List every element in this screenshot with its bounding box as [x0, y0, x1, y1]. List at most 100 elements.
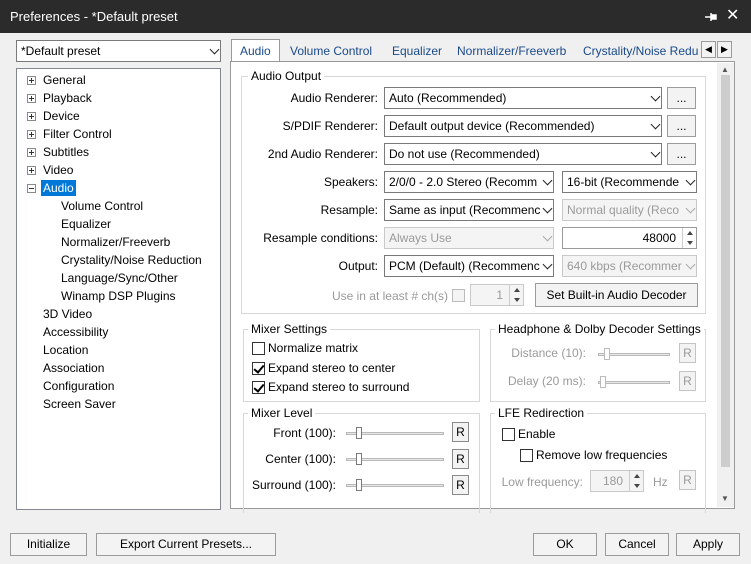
export-presets-button[interactable]: Export Current Presets...: [96, 533, 276, 556]
second-renderer-more-button[interactable]: ...: [667, 143, 696, 165]
expand-surround-label[interactable]: Expand stereo to surround: [268, 380, 409, 394]
pin-icon[interactable]: [703, 9, 719, 25]
preset-select[interactable]: *Default preset: [16, 40, 221, 62]
expand-icon[interactable]: [27, 148, 36, 157]
expand-surround-checkbox[interactable]: [252, 381, 265, 394]
center-slider[interactable]: [346, 453, 444, 465]
distance-slider[interactable]: [598, 348, 670, 360]
panel-scrollbar[interactable]: ▲ ▼: [717, 63, 734, 507]
tree-item-volume-control[interactable]: Volume Control: [61, 198, 143, 214]
spin-arrows-icon[interactable]: [682, 228, 696, 248]
lfe-enable-label[interactable]: Enable: [518, 427, 555, 441]
tree-item-video[interactable]: Video: [43, 162, 73, 178]
tree-item-location[interactable]: Location: [43, 342, 88, 358]
bit-depth-value: 16-bit (Recommende: [567, 175, 680, 189]
audio-renderer-more-button[interactable]: ...: [667, 87, 696, 109]
tree-item-accessibility[interactable]: Accessibility: [43, 324, 108, 340]
spin-arrows-icon[interactable]: [509, 285, 523, 305]
collapse-icon[interactable]: [27, 184, 36, 193]
tree-item-audio[interactable]: Audio: [41, 180, 76, 196]
spdif-renderer-label: S/PDIF Renderer:: [282, 119, 378, 133]
surround-reset-button[interactable]: R: [452, 475, 469, 495]
tab-scroll-right-icon[interactable]: ▶: [717, 41, 732, 58]
expand-icon[interactable]: [27, 76, 36, 85]
headphone-title: Headphone & Dolby Decoder Settings: [495, 322, 704, 336]
delay-reset-button[interactable]: R: [679, 371, 696, 391]
headphone-group: [490, 329, 706, 402]
remove-low-freq-label[interactable]: Remove low frequencies: [536, 448, 667, 462]
preset-value: *Default preset: [21, 44, 101, 58]
tab-scroll-left-icon[interactable]: ◀: [701, 41, 716, 58]
tree-item-subtitles[interactable]: Subtitles: [43, 144, 89, 160]
audio-output-title: Audio Output: [248, 69, 325, 83]
second-renderer-select[interactable]: Do not use (Recommended): [384, 143, 662, 165]
apply-button[interactable]: Apply: [676, 533, 740, 556]
bit-depth-select[interactable]: 16-bit (Recommende: [562, 171, 697, 193]
spdif-renderer-more-button[interactable]: ...: [667, 115, 696, 137]
tree-item-language-sync[interactable]: Language/Sync/Other: [61, 270, 178, 286]
scroll-up-icon[interactable]: ▲: [721, 65, 729, 74]
surround-slider[interactable]: [346, 479, 444, 491]
remove-low-freq-checkbox[interactable]: [520, 449, 533, 462]
use-at-least-checkbox[interactable]: [452, 289, 465, 302]
lfe-title: LFE Redirection: [495, 406, 588, 420]
expand-icon[interactable]: [27, 130, 36, 139]
tab-normalizer[interactable]: Normalizer/Freeverb: [457, 41, 566, 62]
expand-center-checkbox[interactable]: [252, 362, 265, 375]
tab-volume-control[interactable]: Volume Control: [290, 41, 372, 62]
delay-slider[interactable]: [598, 376, 670, 388]
expand-icon[interactable]: [27, 112, 36, 121]
channels-stepper[interactable]: 1: [470, 284, 524, 306]
close-icon[interactable]: ✕: [726, 8, 739, 24]
tree-item-playback[interactable]: Playback: [43, 90, 92, 106]
tab-crystality[interactable]: Crystality/Noise Redu: [583, 41, 701, 62]
low-frequency-reset-button[interactable]: R: [679, 470, 696, 490]
audio-renderer-select[interactable]: Auto (Recommended): [384, 87, 662, 109]
scroll-thumb[interactable]: [721, 75, 730, 467]
output-select[interactable]: PCM (Default) (Recommenc: [384, 255, 554, 277]
spdif-renderer-select[interactable]: Default output device (Recommended): [384, 115, 662, 137]
set-builtin-decoder-button[interactable]: Set Built-in Audio Decoder: [535, 283, 698, 307]
scroll-down-icon[interactable]: ▼: [721, 494, 729, 503]
low-frequency-stepper[interactable]: 180: [590, 470, 644, 492]
tree-item-general[interactable]: General: [43, 72, 86, 88]
normalize-matrix-checkbox[interactable]: [252, 342, 265, 355]
tree-item-equalizer[interactable]: Equalizer: [61, 216, 111, 232]
delay-label: Delay (20 ms):: [507, 374, 586, 388]
expand-icon[interactable]: [27, 94, 36, 103]
expand-center-label[interactable]: Expand stereo to center: [268, 361, 395, 375]
tab-audio[interactable]: Audio: [231, 39, 280, 63]
tree-item-winamp-dsp[interactable]: Winamp DSP Plugins: [61, 288, 176, 304]
bitrate-select[interactable]: 640 kbps (Recommer: [562, 255, 697, 277]
tree-item-3d-video[interactable]: 3D Video: [43, 306, 92, 322]
spin-arrows-icon[interactable]: [629, 471, 643, 491]
speakers-label: Speakers:: [323, 175, 378, 189]
second-renderer-value: Do not use (Recommended): [389, 147, 540, 161]
resample-select[interactable]: Same as input (Recommenc: [384, 199, 554, 221]
front-reset-button[interactable]: R: [452, 422, 469, 442]
tree-item-device[interactable]: Device: [43, 108, 80, 124]
ok-button[interactable]: OK: [533, 533, 597, 556]
front-slider[interactable]: [346, 427, 444, 439]
resample-quality-select[interactable]: Normal quality (Reco: [562, 199, 697, 221]
resample-conditions-select[interactable]: Always Use: [384, 227, 554, 249]
lfe-enable-checkbox[interactable]: [502, 428, 515, 441]
category-tree[interactable]: General Playback Device Filter Control S…: [16, 68, 221, 510]
distance-reset-button[interactable]: R: [679, 343, 696, 363]
tree-item-crystality[interactable]: Crystality/Noise Reduction: [61, 252, 202, 268]
normalize-matrix-label[interactable]: Normalize matrix: [268, 341, 358, 355]
tree-item-normalizer[interactable]: Normalizer/Freeverb: [61, 234, 170, 250]
expand-icon[interactable]: [27, 166, 36, 175]
speakers-select[interactable]: 2/0/0 - 2.0 Stereo (Recomm: [384, 171, 554, 193]
center-reset-button[interactable]: R: [452, 449, 469, 469]
tree-item-configuration[interactable]: Configuration: [43, 378, 114, 394]
surround-label: Surround (100):: [251, 478, 336, 492]
bitrate-value: 640 kbps (Recommer: [567, 259, 682, 273]
tree-item-association[interactable]: Association: [43, 360, 104, 376]
tab-equalizer[interactable]: Equalizer: [392, 41, 442, 62]
initialize-button[interactable]: Initialize: [10, 533, 87, 556]
cancel-button[interactable]: Cancel: [605, 533, 669, 556]
tree-item-filter-control[interactable]: Filter Control: [43, 126, 112, 142]
sample-rate-stepper[interactable]: 48000: [562, 227, 697, 249]
tree-item-screen-saver[interactable]: Screen Saver: [43, 396, 116, 412]
